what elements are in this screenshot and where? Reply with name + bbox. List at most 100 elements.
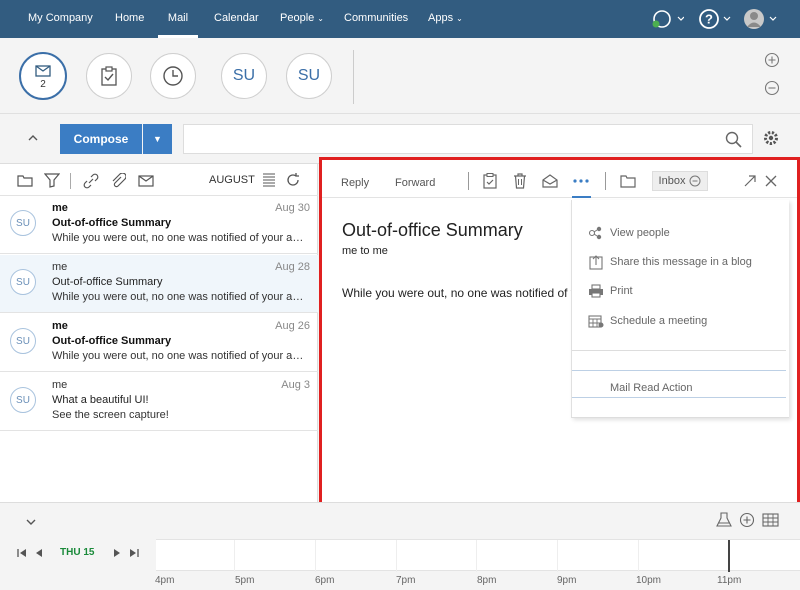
message-sender: me	[52, 202, 68, 214]
first-day-button[interactable]	[16, 547, 28, 559]
menu-item-schedule-meeting[interactable]: Schedule a meeting	[572, 309, 790, 333]
message-preview: See the screen capture!	[52, 409, 169, 421]
last-day-button[interactable]	[128, 547, 140, 559]
message-row[interactable]: SU me Aug 30 Out-of-office Summary While…	[0, 196, 318, 254]
help-button[interactable]: ?	[699, 8, 733, 30]
triangle-left-icon	[36, 549, 42, 557]
message-date: Aug 3	[281, 379, 310, 391]
nav-apps[interactable]: Apps ⌄	[428, 12, 463, 24]
message-date: Aug 26	[275, 320, 310, 332]
refresh-icon[interactable]	[285, 172, 301, 188]
menu-item-view-people[interactable]: View people	[572, 221, 790, 245]
search-icon[interactable]	[725, 131, 743, 149]
clock-icon	[163, 66, 183, 86]
pop-out-button[interactable]	[741, 172, 759, 190]
menu-item-print[interactable]: Print	[572, 279, 790, 303]
reply-button[interactable]: Reply	[341, 177, 369, 189]
hour-gridline	[638, 540, 639, 572]
divider	[572, 397, 786, 398]
recent-button[interactable]	[150, 53, 196, 99]
user-menu-button[interactable]	[744, 8, 780, 30]
chat-status-button[interactable]	[650, 8, 685, 30]
calendar-tools-button[interactable]	[716, 512, 732, 528]
message-row-selected[interactable]: SU me Aug 28 Out-of-office Summary While…	[0, 255, 318, 313]
compose-dropdown-button[interactable]: ▼	[143, 124, 172, 154]
current-day-label[interactable]: THU 15	[60, 547, 94, 558]
reading-pane: Reply Forward Inbox Out-of-office Summar…	[319, 157, 800, 507]
hour-gridline	[396, 540, 397, 572]
remove-folder-icon	[689, 175, 701, 187]
active-tab-underline	[572, 196, 591, 198]
chevron-up-icon	[28, 135, 38, 141]
envelope-icon[interactable]	[138, 174, 154, 187]
sort-lines-icon[interactable]	[262, 172, 276, 188]
settings-button[interactable]	[762, 129, 780, 147]
clipboard-check-icon	[483, 173, 497, 189]
add-event-button[interactable]	[739, 512, 755, 528]
person-shortcut-button[interactable]: SU	[286, 53, 332, 99]
avatar: SU	[10, 269, 36, 295]
collapse-button[interactable]	[26, 131, 40, 145]
chat-status-icon	[652, 10, 685, 28]
previous-day-button[interactable]	[34, 547, 44, 559]
message-preview: While you were out, no one was notified …	[52, 291, 304, 303]
nav-calendar[interactable]: Calendar	[214, 12, 259, 24]
view-people-icon	[588, 225, 604, 241]
avatar: SU	[10, 210, 36, 236]
mail-unread-content: 2	[35, 63, 51, 90]
expand-arrow-icon	[744, 175, 756, 187]
help-icon: ?	[699, 9, 731, 29]
message-sender: me	[52, 320, 68, 332]
hour-label: 6pm	[315, 575, 335, 586]
add-shortcut-button[interactable]	[764, 52, 780, 68]
close-button[interactable]	[762, 172, 780, 190]
hour-label: 7pm	[396, 575, 416, 586]
message-row[interactable]: SU me Aug 3 What a beautiful UI! See the…	[0, 373, 318, 431]
hour-label: 8pm	[477, 575, 497, 586]
attachment-icon[interactable]	[110, 173, 126, 189]
more-actions-button[interactable]	[572, 172, 590, 190]
menu-item-share-blog[interactable]: Share this message in a blog	[572, 250, 790, 274]
divider	[572, 370, 786, 371]
next-day-button[interactable]	[112, 547, 122, 559]
add-to-tasks-button[interactable]	[481, 172, 499, 190]
nav-home[interactable]: Home	[115, 12, 144, 24]
mail-unread-button[interactable]: 2	[19, 52, 67, 100]
share-blog-icon	[588, 254, 604, 270]
nav-my-company[interactable]: My Company	[28, 12, 93, 24]
delete-button[interactable]	[511, 172, 529, 190]
hour-gridline	[234, 540, 235, 572]
more-dots-icon	[573, 179, 589, 183]
move-to-folder-button[interactable]	[619, 172, 637, 190]
mark-unread-button[interactable]	[541, 172, 559, 190]
hour-gridline	[557, 540, 558, 572]
tasks-button[interactable]	[86, 53, 132, 99]
calendar-strip: THU 15 4pm 5pm 6pm 7pm 8pm 9pm 10pm 11pm	[0, 502, 800, 590]
menu-item-label: Print	[610, 285, 633, 297]
folder-icon[interactable]	[17, 173, 33, 187]
mail-subject: Out-of-office Summary	[342, 220, 523, 240]
folder-chip[interactable]: Inbox	[652, 171, 708, 191]
nav-people[interactable]: People ⌄	[280, 12, 324, 24]
remove-shortcut-button[interactable]	[764, 80, 780, 96]
day-timeline[interactable]	[156, 539, 800, 572]
search-input[interactable]	[183, 124, 753, 154]
filter-icon[interactable]	[44, 173, 60, 188]
minus-circle-icon	[764, 80, 780, 96]
message-date: Aug 28	[275, 261, 310, 273]
message-subject: Out-of-office Summary	[52, 217, 172, 229]
link-icon[interactable]	[83, 173, 99, 189]
current-time-indicator	[728, 540, 730, 572]
calendar-grid-button[interactable]	[762, 512, 779, 528]
grid-icon	[762, 513, 779, 527]
nav-communities[interactable]: Communities	[344, 12, 408, 24]
expand-calendar-button[interactable]	[24, 515, 38, 529]
print-icon	[588, 283, 604, 299]
message-row[interactable]: SU me Aug 26 Out-of-office Summary While…	[0, 314, 318, 372]
message-preview: While you were out, no one was notified …	[52, 350, 304, 362]
nav-mail[interactable]: Mail	[158, 0, 198, 38]
person-shortcut-button[interactable]: SU	[221, 53, 267, 99]
skip-back-icon	[17, 549, 26, 557]
forward-button[interactable]: Forward	[395, 177, 435, 189]
compose-button[interactable]: Compose	[60, 124, 142, 154]
